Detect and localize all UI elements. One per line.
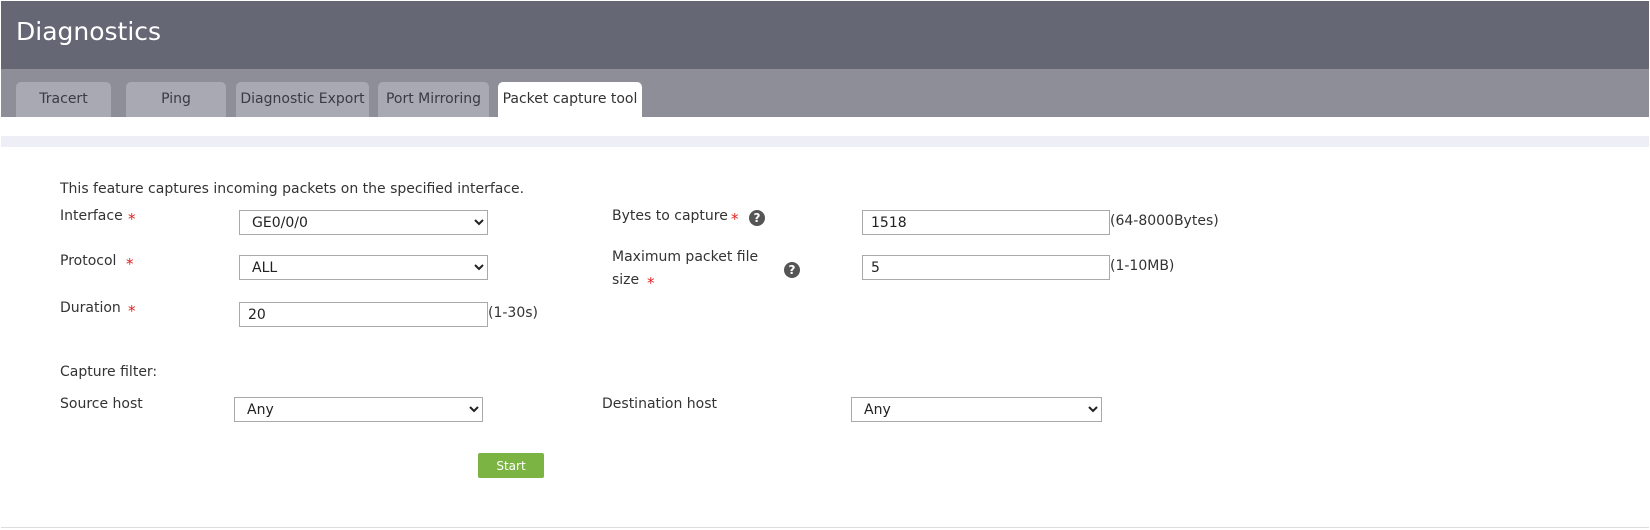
- help-icon[interactable]: ?: [749, 210, 765, 226]
- bytes-to-capture-label: Bytes to capture: [612, 208, 728, 224]
- max-file-size-label-line2: size: [612, 272, 640, 288]
- help-icon[interactable]: ?: [784, 262, 800, 278]
- required-mark: *: [731, 210, 739, 228]
- tab-port-mirroring[interactable]: Port Mirroring: [378, 82, 489, 117]
- bytes-range-hint: (64-8000Bytes): [1110, 213, 1219, 229]
- source-host-label: Source host: [60, 396, 143, 412]
- duration-label: Duration: [60, 300, 121, 316]
- tab-tracert[interactable]: Tracert: [16, 82, 111, 117]
- page-header: Diagnostics: [1, 1, 1649, 69]
- duration-input[interactable]: [239, 302, 488, 327]
- start-button[interactable]: Start: [478, 453, 544, 478]
- feature-description: This feature captures incoming packets o…: [60, 181, 525, 197]
- max-file-size-input[interactable]: [862, 255, 1110, 280]
- bytes-to-capture-input[interactable]: [862, 210, 1110, 235]
- file-size-range-hint: (1-10MB): [1110, 258, 1175, 274]
- duration-range-hint: (1-30s): [488, 305, 538, 321]
- tab-ping[interactable]: Ping: [126, 82, 226, 117]
- required-mark: *: [128, 210, 136, 228]
- tab-bar: Tracert Ping Diagnostic Export Port Mirr…: [1, 69, 1649, 117]
- protocol-label: Protocol: [60, 253, 117, 269]
- interface-select[interactable]: GE0/0/0: [239, 210, 488, 235]
- max-file-size-label: Maximum packet file: [612, 249, 759, 265]
- destination-host-select[interactable]: Any: [851, 397, 1102, 422]
- required-mark: *: [126, 255, 134, 273]
- tab-diagnostic-export[interactable]: Diagnostic Export: [236, 82, 369, 117]
- divider-strip: [1, 136, 1649, 147]
- source-host-select[interactable]: Any: [234, 397, 483, 422]
- required-mark: *: [128, 302, 136, 320]
- capture-filter-heading: Capture filter:: [60, 364, 158, 380]
- interface-label: Interface: [60, 208, 123, 224]
- destination-host-label: Destination host: [602, 396, 718, 412]
- protocol-select[interactable]: ALL: [239, 255, 488, 280]
- tab-packet-capture-tool[interactable]: Packet capture tool: [498, 82, 642, 117]
- required-mark: *: [647, 274, 655, 292]
- page-title: Diagnostics: [16, 17, 162, 46]
- content-panel: [1, 147, 1649, 528]
